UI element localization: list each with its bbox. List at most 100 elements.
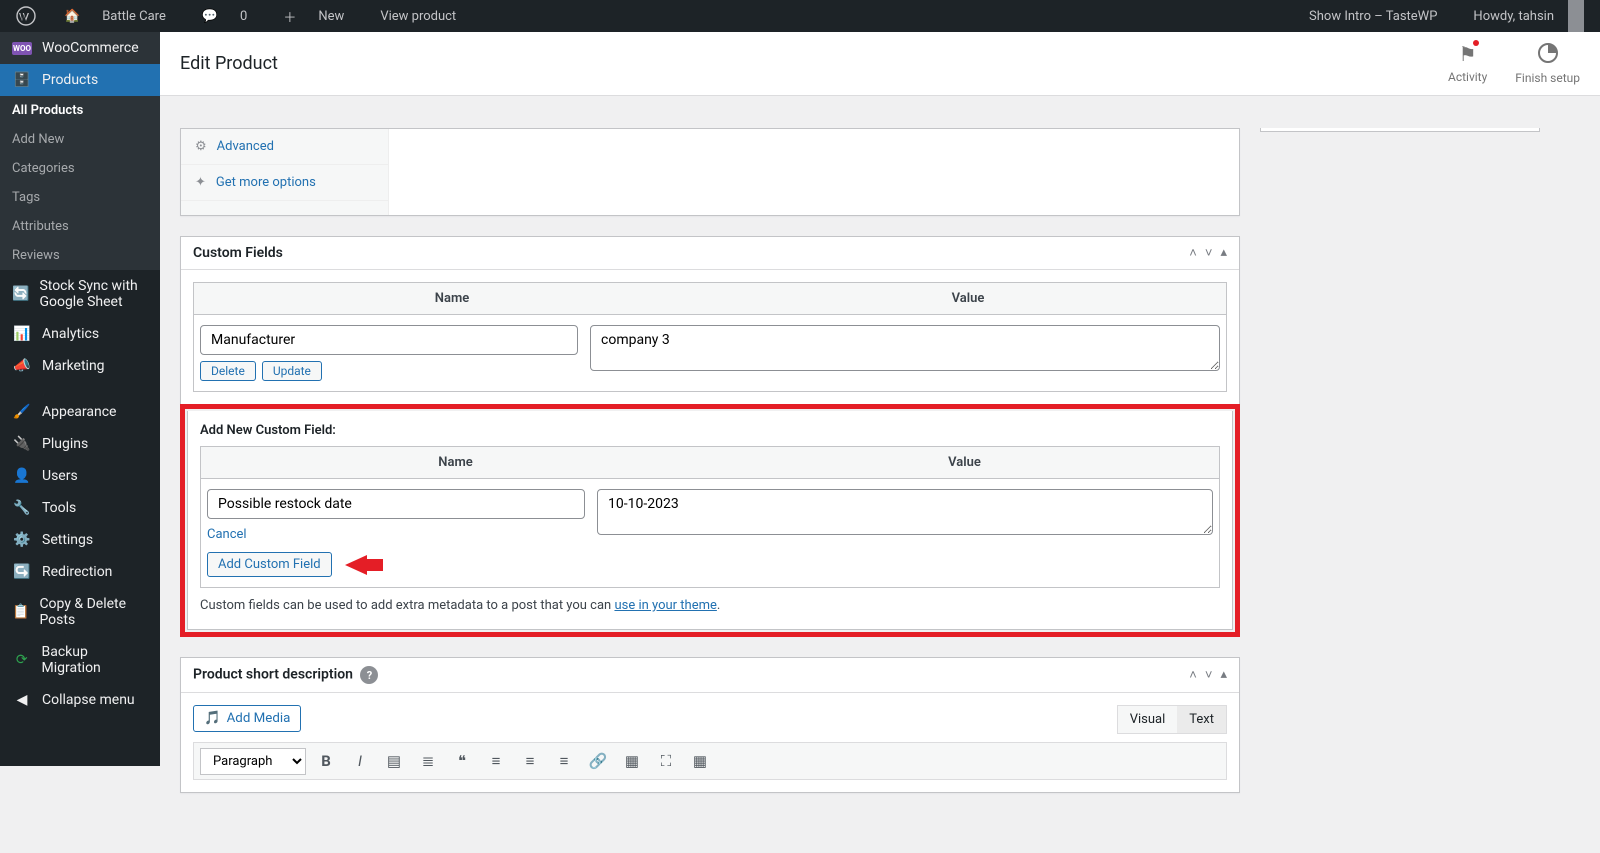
chevron-down-icon[interactable]: ˅ <box>1205 667 1213 683</box>
tab-get-more[interactable]: ✦Get more options <box>181 165 388 201</box>
view-product-link[interactable]: View product <box>364 0 472 32</box>
tab-text[interactable]: Text <box>1177 706 1226 733</box>
media-icon: 🎵 <box>204 711 221 726</box>
product-data-body <box>389 129 1239 215</box>
sync-icon: 🔄 <box>12 286 29 302</box>
insert-more-button[interactable]: ▦ <box>618 747 646 775</box>
new-label: New <box>310 0 352 32</box>
intro-link[interactable]: Show Intro – TasteWP <box>1293 0 1453 32</box>
align-left-button[interactable]: ≡ <box>482 747 510 775</box>
sidebar-item-marketing[interactable]: 📣Marketing <box>0 350 160 382</box>
howdy-link[interactable]: Howdy, tahsin <box>1457 0 1592 32</box>
sidebar-item-users[interactable]: 👤Users <box>0 460 160 492</box>
chevron-down-icon[interactable]: ˅ <box>1205 245 1213 261</box>
add-custom-field-button[interactable]: Add Custom Field <box>207 552 332 577</box>
sidebar-item-redirection[interactable]: ↪️Redirection <box>0 556 160 588</box>
sidebar-item-woocommerce[interactable]: WOOWooCommerce <box>0 32 160 64</box>
sub-all-products[interactable]: All Products <box>0 96 160 125</box>
add-media-button[interactable]: 🎵Add Media <box>193 705 301 732</box>
new-cf-name-input[interactable] <box>207 489 585 519</box>
sidebar-item-products[interactable]: 🗄️Products <box>0 64 160 96</box>
cf-value-textarea[interactable]: company 3 <box>590 325 1220 371</box>
sidebar-item-collapse[interactable]: ◀Collapse menu <box>0 684 160 716</box>
help-icon[interactable]: ? <box>360 666 378 684</box>
arrow-indicator <box>345 555 367 575</box>
site-link[interactable]: 🏠Battle Care <box>48 0 182 32</box>
page-title: Edit Product <box>180 53 278 74</box>
chevron-up-icon[interactable]: ˄ <box>1189 667 1197 683</box>
update-button[interactable]: Update <box>262 361 322 381</box>
delete-button[interactable]: Delete <box>200 361 256 381</box>
avatar <box>1568 0 1584 32</box>
link-button[interactable]: 🔗 <box>584 747 612 775</box>
sub-reviews[interactable]: Reviews <box>0 241 160 270</box>
chevron-up-icon[interactable]: ˄ <box>1189 245 1197 261</box>
users-icon: 👤 <box>12 468 32 484</box>
analytics-label: Analytics <box>42 326 99 342</box>
admin-bar-right: Show Intro – TasteWP Howdy, tahsin <box>1293 0 1592 32</box>
backup-label: Backup Migration <box>42 644 148 676</box>
sidebar-item-stock-sync[interactable]: 🔄 Stock Sync with Google Sheet <box>0 270 160 318</box>
cf-help-pre: Custom fields can be used to add extra m… <box>200 598 614 613</box>
sub-attributes[interactable]: Attributes <box>0 212 160 241</box>
fullscreen-button[interactable]: ⛶ <box>652 747 680 775</box>
admin-bar: 🏠Battle Care 💬0 ＋New View product Show I… <box>0 0 1600 32</box>
right-sidebar <box>1260 128 1540 813</box>
gear-icon: ⚙ <box>195 139 207 154</box>
site-name: Battle Care <box>94 0 174 32</box>
redirection-label: Redirection <box>42 564 112 580</box>
add-custom-field-highlight: Add New Custom Field: Name Value Cancel <box>180 404 1240 637</box>
activity-button[interactable]: ⚑ Activity <box>1448 42 1487 85</box>
cf-name-input[interactable] <box>200 325 578 355</box>
collapse-label: Collapse menu <box>42 692 135 708</box>
admin-sidebar: WOOWooCommerce 🗄️Products All Products A… <box>0 32 160 766</box>
number-list-button[interactable]: ≣ <box>414 747 442 775</box>
toolbar-toggle-button[interactable]: ▦ <box>686 747 714 775</box>
add-cf-value-header: Value <box>710 447 1219 478</box>
main-content: ⚙Advanced ✦Get more options Custom Field… <box>160 128 1600 853</box>
custom-fields-header: Custom Fields ˄ ˅ ▴ <box>181 237 1239 270</box>
stock-label: Stock Sync with Google Sheet <box>39 278 148 310</box>
wp-logo[interactable] <box>8 0 44 32</box>
products-label: Products <box>42 72 98 88</box>
product-data-tabs: ⚙Advanced ✦Get more options <box>181 129 389 215</box>
sidebar-item-tools[interactable]: 🔧Tools <box>0 492 160 524</box>
sidebar-products-submenu: All Products Add New Categories Tags Att… <box>0 96 160 270</box>
blockquote-button[interactable]: ❝ <box>448 747 476 775</box>
plus-icon: ＋ <box>275 0 304 32</box>
comments-count: 0 <box>232 0 255 32</box>
collapse-icon[interactable]: ▴ <box>1220 667 1227 683</box>
new-link[interactable]: ＋New <box>267 0 360 32</box>
align-center-button[interactable]: ≡ <box>516 747 544 775</box>
sub-add-new[interactable]: Add New <box>0 125 160 154</box>
new-cf-value-textarea[interactable]: 10-10-2023 <box>597 489 1213 535</box>
collapse-icon[interactable]: ▴ <box>1220 245 1227 261</box>
tab-advanced[interactable]: ⚙Advanced <box>181 129 388 165</box>
comments-link[interactable]: 💬0 <box>186 0 264 32</box>
bold-button[interactable]: B <box>312 747 340 775</box>
sidebar-item-appearance[interactable]: 🖌️Appearance <box>0 396 160 428</box>
sub-categories[interactable]: Categories <box>0 154 160 183</box>
cancel-link[interactable]: Cancel <box>207 527 247 542</box>
bullet-list-button[interactable]: ▤ <box>380 747 408 775</box>
use-in-theme-link[interactable]: use in your theme <box>614 598 716 613</box>
sidebar-item-backup[interactable]: ⟳Backup Migration <box>0 636 160 684</box>
finish-setup-button[interactable]: Finish setup <box>1515 42 1580 85</box>
add-cf-row: Cancel Add Custom Field 10-10-2023 <box>201 479 1219 587</box>
sidebar-item-analytics[interactable]: 📊 Analytics <box>0 318 160 350</box>
align-right-button[interactable]: ≡ <box>550 747 578 775</box>
sub-tags[interactable]: Tags <box>0 183 160 212</box>
italic-button[interactable]: I <box>346 747 374 775</box>
sidebar-item-settings[interactable]: ⚙️Settings <box>0 524 160 556</box>
finish-label: Finish setup <box>1515 71 1580 85</box>
appearance-icon: 🖌️ <box>12 404 32 420</box>
sidebar-item-plugins[interactable]: 🔌Plugins <box>0 428 160 460</box>
short-description-postbox: Product short description ? ˄ ˅ ▴ 🎵Add M… <box>180 657 1240 793</box>
tab-visual[interactable]: Visual <box>1118 706 1178 733</box>
copy-label: Copy & Delete Posts <box>39 596 148 628</box>
cf-help-post: . <box>717 598 720 613</box>
sidebar-item-copy-delete[interactable]: 📋Copy & Delete Posts <box>0 588 160 636</box>
format-select[interactable]: Paragraph <box>200 748 306 775</box>
plugins-label: Plugins <box>42 436 88 452</box>
analytics-icon: 📊 <box>12 326 32 342</box>
